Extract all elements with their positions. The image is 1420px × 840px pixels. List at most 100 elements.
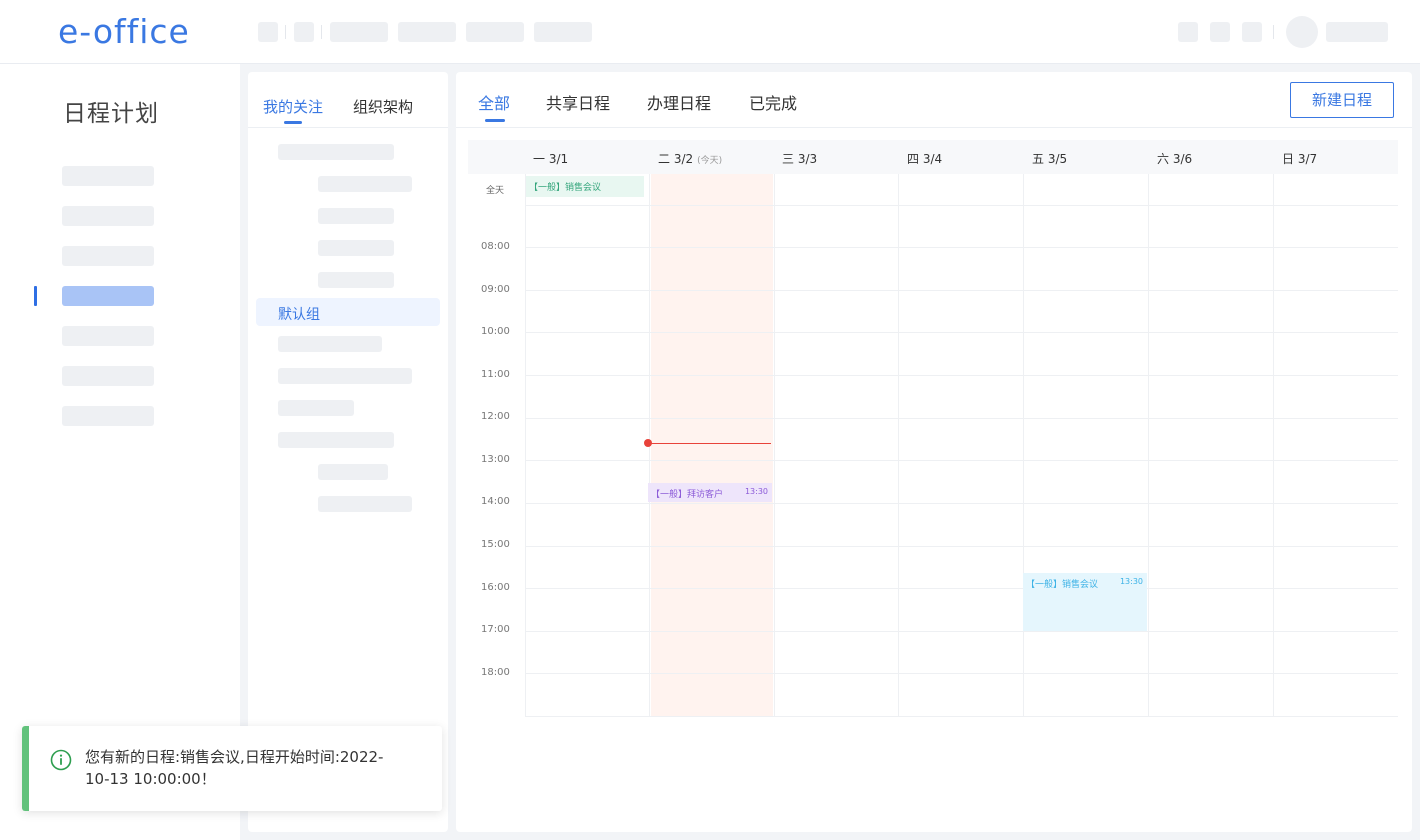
panel-divider xyxy=(248,127,448,128)
day-header-tue[interactable]: 二 3/2 (今天) xyxy=(658,150,722,167)
tree-node-placeholder[interactable] xyxy=(318,464,388,480)
event-title: 【一般】销售会议 xyxy=(529,183,602,193)
grid-line xyxy=(525,503,1398,504)
time-label: 10:00 xyxy=(481,326,510,337)
sidebar-item-placeholder[interactable] xyxy=(62,366,154,386)
grid-column-line xyxy=(1148,174,1149,717)
today-column-highlight xyxy=(651,174,773,717)
sidebar-item-placeholder[interactable] xyxy=(62,406,154,426)
sidebar-item-active-placeholder[interactable] xyxy=(62,286,154,306)
day-header-sun[interactable]: 日 3/7 xyxy=(1282,150,1317,167)
tree-node-placeholder[interactable] xyxy=(318,208,394,224)
sidebar-title: 日程计划 xyxy=(63,101,159,127)
time-label: 11:00 xyxy=(481,369,510,380)
week-header: 一 3/1 二 3/2 (今天) 三 3/3 四 3/4 五 3/5 六 3/6 … xyxy=(468,140,1398,174)
sidebar-item-placeholder[interactable] xyxy=(62,206,154,226)
sidebar-item-placeholder[interactable] xyxy=(62,166,154,186)
nav-placeholder-item[interactable] xyxy=(466,22,524,42)
event-time: 13:30 xyxy=(1119,577,1143,586)
tree-node-default-group[interactable]: 默认组 xyxy=(256,298,440,326)
event-title: 【一般】销售会议 xyxy=(1026,580,1099,590)
nav-placeholder-item[interactable] xyxy=(398,22,456,42)
nav-placeholder-item[interactable] xyxy=(534,22,592,42)
tree-node-placeholder[interactable] xyxy=(278,432,394,448)
tree-node-placeholder[interactable] xyxy=(318,496,412,512)
nav-placeholder-icon[interactable] xyxy=(258,22,278,42)
grid-column-line xyxy=(1273,174,1274,717)
sidebar: 日程计划 xyxy=(0,64,240,840)
user-name-placeholder[interactable] xyxy=(1326,22,1388,42)
grid-line xyxy=(525,546,1398,547)
tab-shared-schedule[interactable]: 共享日程 xyxy=(546,90,610,114)
allday-label: 全天 xyxy=(486,186,505,196)
grid-line xyxy=(525,588,1398,589)
header-placeholder-icon[interactable] xyxy=(1242,22,1262,42)
tree-node-placeholder[interactable] xyxy=(318,176,412,192)
time-label: 14:00 xyxy=(481,496,510,507)
tree-node-placeholder[interactable] xyxy=(318,240,394,256)
sidebar-active-indicator xyxy=(34,286,37,306)
grid-column-line xyxy=(1023,174,1024,717)
active-tab-underline xyxy=(284,121,302,124)
grid-line xyxy=(525,460,1398,461)
day-header-thu[interactable]: 四 3/4 xyxy=(907,150,942,167)
day-header-fri[interactable]: 五 3/5 xyxy=(1032,150,1067,167)
grid-column-line xyxy=(774,174,775,717)
grid-line xyxy=(525,247,1398,248)
event-sales-meeting[interactable]: 【一般】销售会议 13:30 xyxy=(1023,573,1147,631)
active-tab-underline xyxy=(485,119,505,122)
top-bar: e-office xyxy=(0,0,1420,64)
day-header-wed[interactable]: 三 3/3 xyxy=(782,150,817,167)
tab-completed[interactable]: 已完成 xyxy=(749,90,797,114)
notification-toast[interactable]: 您有新的日程:销售会议,日程开始时间:2022-10-13 10:00:00！ xyxy=(22,726,442,811)
tree-node-placeholder[interactable] xyxy=(278,144,394,160)
tree-node-placeholder[interactable] xyxy=(318,272,394,288)
nav-divider xyxy=(321,25,322,39)
event-sales-meeting-allday[interactable]: 【一般】销售会议 xyxy=(526,176,644,197)
tree-node-placeholder[interactable] xyxy=(278,336,382,352)
day-header-mon[interactable]: 一 3/1 xyxy=(533,150,568,167)
header-placeholder-icon[interactable] xyxy=(1178,22,1198,42)
nav-placeholder-icon[interactable] xyxy=(294,22,314,42)
app-logo[interactable]: e-office xyxy=(58,12,190,51)
current-time-dot xyxy=(644,439,652,447)
toast-accent-bar xyxy=(22,726,29,811)
current-time-line xyxy=(651,443,771,444)
nav-divider xyxy=(285,25,286,39)
tab-handle-schedule[interactable]: 办理日程 xyxy=(647,90,711,114)
tree-node-placeholder[interactable] xyxy=(278,400,354,416)
follow-panel: 我的关注 组织架构 默认组 xyxy=(248,72,448,832)
grid-line xyxy=(525,332,1398,333)
grid-line xyxy=(525,205,1398,206)
sidebar-item-placeholder[interactable] xyxy=(62,326,154,346)
grid-line xyxy=(525,418,1398,419)
grid-column-line xyxy=(525,174,526,717)
day-header-sat[interactable]: 六 3/6 xyxy=(1157,150,1192,167)
time-label: 12:00 xyxy=(481,411,510,422)
time-label: 08:00 xyxy=(481,241,510,252)
tab-org-structure[interactable]: 组织架构 xyxy=(353,96,413,117)
event-title: 【一般】拜访客户 xyxy=(651,490,724,500)
nav-placeholder-item[interactable] xyxy=(330,22,388,42)
time-label: 15:00 xyxy=(481,539,510,550)
header-placeholder-icon[interactable] xyxy=(1210,22,1230,42)
grid-column-line xyxy=(898,174,899,717)
tree-node-placeholder[interactable] xyxy=(278,368,412,384)
event-visit-client[interactable]: 【一般】拜访客户 13:30 xyxy=(648,483,772,502)
info-icon xyxy=(50,749,72,771)
time-label: 17:00 xyxy=(481,624,510,635)
time-label: 13:00 xyxy=(481,454,510,465)
header-divider xyxy=(1273,25,1274,39)
sidebar-item-placeholder[interactable] xyxy=(62,246,154,266)
avatar[interactable] xyxy=(1286,16,1318,48)
new-schedule-button[interactable]: 新建日程 xyxy=(1290,82,1394,118)
grid-line xyxy=(525,375,1398,376)
default-group-label: 默认组 xyxy=(278,307,320,323)
notification-message: 您有新的日程:销售会议,日程开始时间:2022-10-13 10:00:00！ xyxy=(85,748,384,788)
tab-all[interactable]: 全部 xyxy=(478,90,510,114)
time-label: 16:00 xyxy=(481,582,510,593)
tab-my-follow[interactable]: 我的关注 xyxy=(263,96,323,117)
grid-line xyxy=(525,631,1398,632)
day-label: 二 3/2 xyxy=(658,152,694,166)
time-label: 09:00 xyxy=(481,284,510,295)
